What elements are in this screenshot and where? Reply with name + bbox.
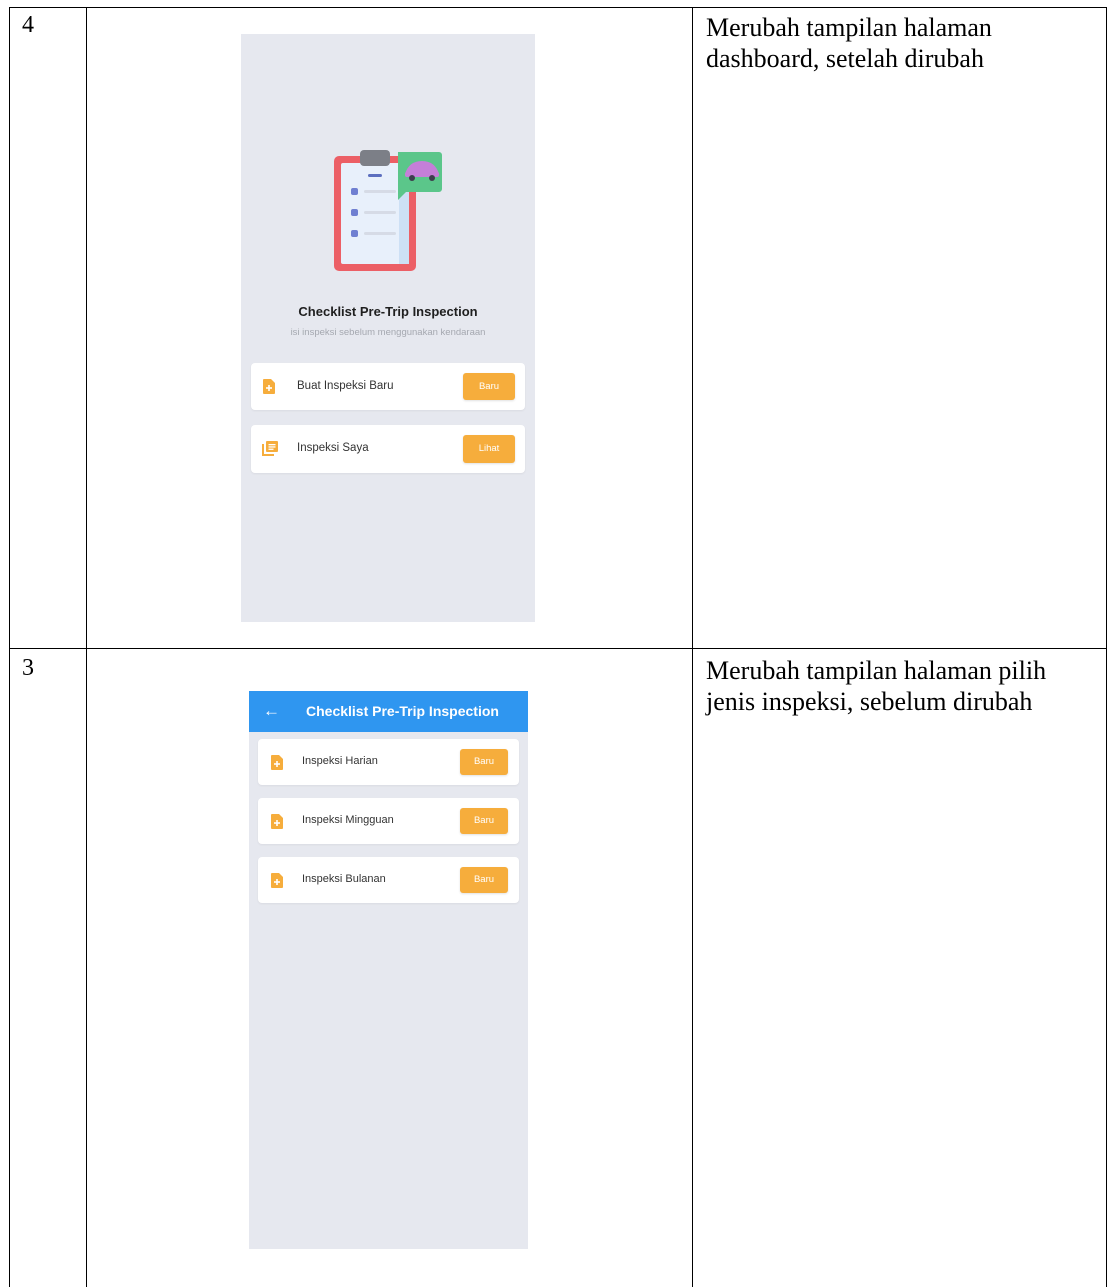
table-col-divider-1 — [86, 7, 87, 1287]
daily-inspection-label: Inspeksi Harian — [302, 755, 378, 767]
inspection-type-screen: ← Checklist Pre-Trip Inspection Inspeksi… — [249, 691, 528, 1249]
daily-inspection-button[interactable]: Baru — [460, 749, 508, 775]
my-inspections-card[interactable]: Inspeksi Saya Lihat — [251, 425, 525, 473]
new-inspection-card[interactable]: Buat Inspeksi Baru Baru — [251, 363, 525, 410]
add-document-icon — [271, 873, 283, 888]
dashboard-title: Checklist Pre-Trip Inspection — [298, 304, 478, 319]
add-document-icon — [263, 379, 275, 394]
weekly-inspection-button[interactable]: Baru — [460, 808, 508, 834]
new-inspection-button[interactable]: Baru — [463, 373, 515, 400]
table-col-divider-2 — [692, 7, 693, 1287]
dashboard-subtitle: isi inspeksi sebelum menggunakan kendara… — [290, 327, 486, 338]
app-bar-title: Checklist Pre-Trip Inspection — [306, 703, 499, 719]
clipboard-illustration — [334, 150, 442, 271]
document-list-icon — [262, 441, 278, 456]
monthly-inspection-card[interactable]: Inspeksi Bulanan Baru — [258, 857, 519, 903]
table-row-divider — [9, 648, 1107, 649]
table-border-left — [9, 7, 10, 1287]
my-inspections-label: Inspeksi Saya — [297, 442, 369, 454]
table-border-top — [9, 7, 1107, 8]
row-number: 3 — [22, 655, 34, 681]
daily-inspection-card[interactable]: Inspeksi Harian Baru — [258, 739, 519, 785]
weekly-inspection-card[interactable]: Inspeksi Mingguan Baru — [258, 798, 519, 844]
monthly-inspection-button[interactable]: Baru — [460, 867, 508, 893]
add-document-icon — [271, 755, 283, 770]
app-bar: ← Checklist Pre-Trip Inspection — [249, 691, 528, 732]
add-document-icon — [271, 814, 283, 829]
row-number: 4 — [22, 12, 34, 38]
back-arrow-icon[interactable]: ← — [263, 699, 281, 723]
view-inspections-button[interactable]: Lihat — [463, 435, 515, 463]
monthly-inspection-label: Inspeksi Bulanan — [302, 873, 386, 885]
weekly-inspection-label: Inspeksi Mingguan — [302, 814, 394, 826]
row-description: Merubah tampilan halaman dashboard, sete… — [706, 13, 992, 73]
row-description: Merubah tampilan halaman pilih jenis ins… — [706, 656, 1047, 716]
dashboard-screen: Checklist Pre-Trip Inspection isi inspek… — [241, 34, 535, 622]
new-inspection-label: Buat Inspeksi Baru — [297, 380, 394, 392]
